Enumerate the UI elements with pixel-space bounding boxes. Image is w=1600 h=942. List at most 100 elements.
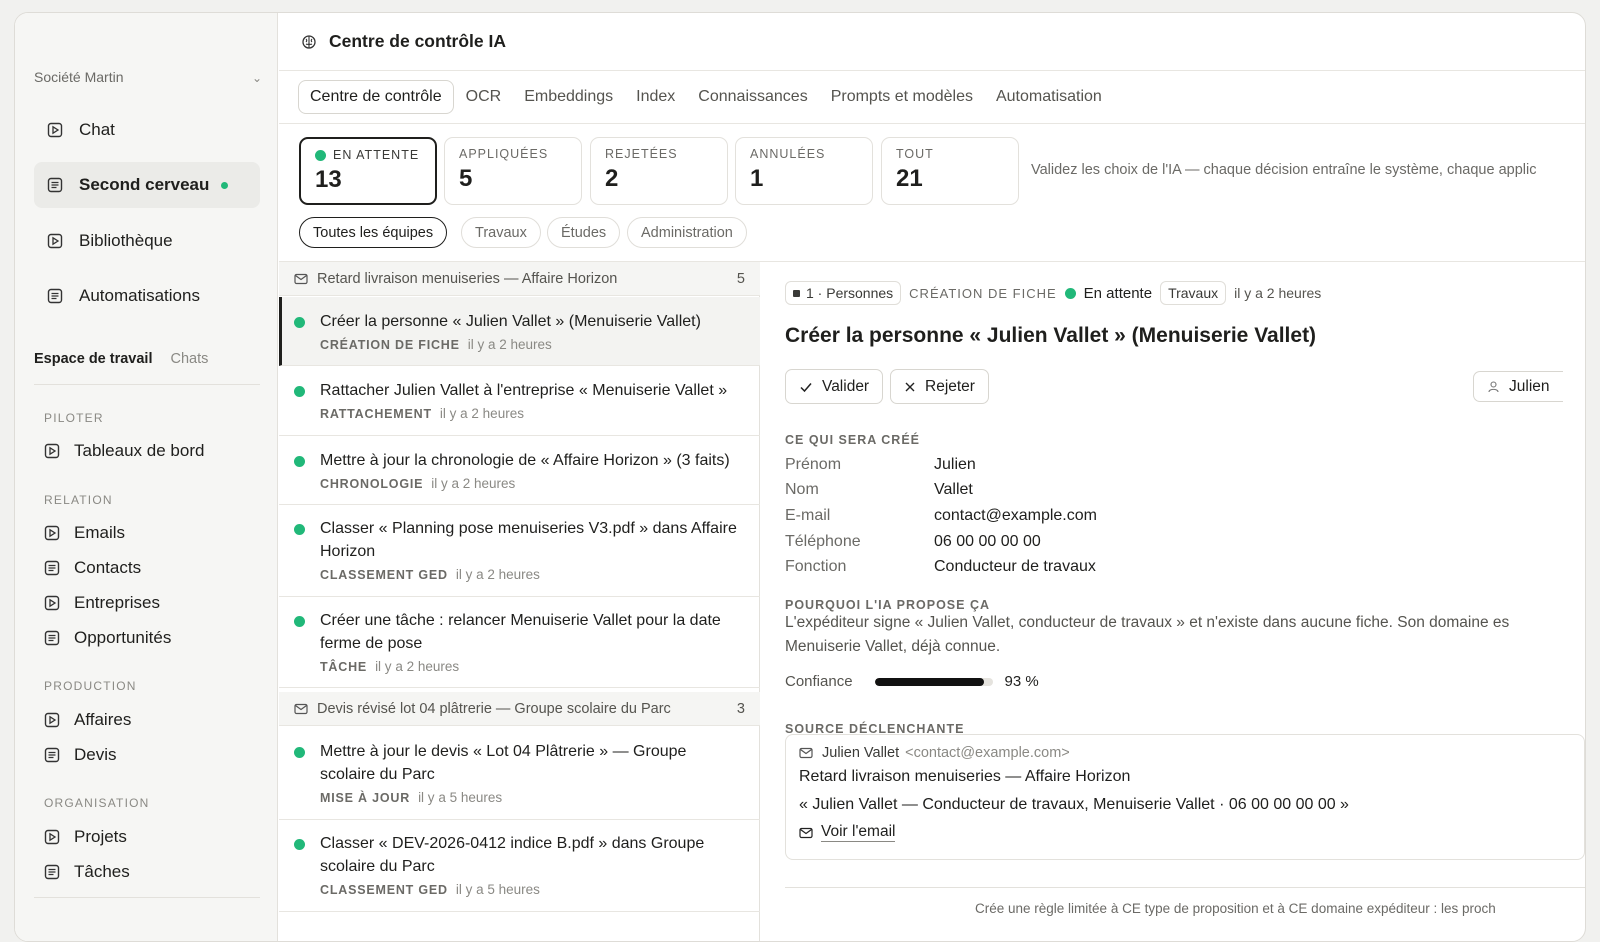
- divider: [785, 887, 1585, 888]
- field-row: E-mail contact@example.com: [785, 507, 1097, 525]
- tab-embeddings[interactable]: Embeddings: [513, 81, 624, 113]
- view-email-link[interactable]: Voir l'email: [799, 823, 1571, 842]
- sidebar-item-opportunities[interactable]: Opportunités: [44, 628, 171, 648]
- stat-label-text: EN ATTENTE: [333, 148, 420, 162]
- item-meta: TÂCHE il y a 2 heures: [320, 659, 742, 674]
- stat-cancelled[interactable]: ANNULÉES 1: [735, 137, 873, 205]
- rule-hint: Crée une règle limitée à CE type de prop…: [975, 901, 1496, 916]
- nav-library-label: Bibliothèque: [79, 231, 173, 250]
- close-icon: [904, 381, 916, 393]
- source-quote: « Julien Vallet — Conducteur de travaux,…: [799, 796, 1349, 813]
- stat-applied[interactable]: APPLIQUÉES 5: [444, 137, 582, 205]
- section-what: CE QUI SERA CRÉÉ: [785, 433, 921, 447]
- group-count: 3: [736, 700, 745, 717]
- tab-automation[interactable]: Automatisation: [985, 81, 1113, 113]
- sidebar-item-contacts[interactable]: Contacts: [44, 558, 141, 578]
- nav-chat[interactable]: Chat: [34, 107, 260, 153]
- source-from: Julien Vallet <contact@example.com>: [799, 745, 1571, 761]
- group-header[interactable]: Retard livraison menuiseries — Affaire H…: [279, 262, 760, 296]
- filter-all-teams[interactable]: Toutes les équipes: [299, 217, 448, 248]
- nav-chat-label: Chat: [79, 120, 115, 139]
- filter-administration[interactable]: Administration: [627, 217, 747, 248]
- item-title: Mettre à jour le devis « Lot 04 Plâtreri…: [320, 743, 687, 783]
- filter-travaux[interactable]: Travaux: [461, 217, 541, 248]
- item-title: Rattacher Julien Vallet à l'entreprise «…: [320, 382, 728, 399]
- sidebar-item-companies[interactable]: Entreprises: [44, 593, 160, 613]
- validate-button[interactable]: Valider: [785, 369, 884, 404]
- list-item[interactable]: Mettre à jour la chronologie de « Affair…: [279, 436, 760, 505]
- nav-automations[interactable]: Automatisations: [34, 273, 260, 319]
- tab-bar: Centre de contrôle OCR Embeddings Index …: [279, 71, 1585, 124]
- doc-icon: [44, 747, 60, 763]
- list-item[interactable]: Classer « DEV-2026-0412 indice B.pdf » d…: [279, 820, 760, 912]
- sidebar-item-label: Opportunités: [74, 628, 172, 647]
- item-kind: CHRONOLOGIE: [320, 477, 424, 491]
- assignee-button[interactable]: Julien: [1473, 371, 1563, 402]
- nav-second-brain[interactable]: Second cerveau: [34, 162, 260, 208]
- status-dot: [294, 456, 305, 467]
- mail-icon: [294, 702, 308, 716]
- stat-label: ANNULÉES: [750, 147, 826, 161]
- page-title: Centre de contrôle IA: [329, 31, 506, 51]
- list-item[interactable]: Classer « Planning pose menuiseries V3.p…: [279, 505, 760, 597]
- confidence-row: Confiance 93 %: [785, 673, 1039, 690]
- workspace-tabs: Espace de travail Chats: [34, 351, 208, 367]
- mail-icon: [294, 272, 308, 286]
- source-subject: Retard livraison menuiseries — Affaire H…: [799, 768, 1131, 785]
- reject-button[interactable]: Rejeter: [890, 369, 989, 404]
- tab-index[interactable]: Index: [625, 81, 686, 113]
- sidebar-item-projets[interactable]: Projets: [44, 827, 127, 847]
- section-label-relation: RELATION: [44, 493, 113, 507]
- play-doc-icon: [44, 525, 60, 541]
- field-label: Nom: [785, 481, 819, 498]
- field-row: Nom Vallet: [785, 481, 973, 499]
- status-dot: [294, 524, 305, 535]
- tab-chats[interactable]: Chats: [171, 351, 209, 367]
- filter-etudes[interactable]: Études: [547, 217, 621, 248]
- app-window: Société Martin ⌄ Chat Second cerveau Bib…: [14, 12, 1586, 942]
- sidebar-item-affaires[interactable]: Affaires: [44, 710, 131, 730]
- field-value: 06 00 00 00 00: [934, 533, 1041, 550]
- org-switcher[interactable]: Société Martin ⌄: [34, 69, 262, 85]
- detail-kind: CRÉATION DE FICHE: [909, 285, 1057, 301]
- item-meta: CLASSEMENT GED il y a 5 heures: [320, 882, 742, 897]
- item-kind: TÂCHE: [320, 660, 368, 674]
- detail-panel: 1 · Personnes CRÉATION DE FICHE En atten…: [785, 262, 1585, 941]
- tab-prompts[interactable]: Prompts et modèles: [820, 81, 984, 113]
- sidebar: Société Martin ⌄ Chat Second cerveau Bib…: [15, 13, 278, 941]
- item-time: il y a 2 heures: [431, 476, 516, 491]
- list-item[interactable]: Mettre à jour le devis « Lot 04 Plâtreri…: [279, 728, 760, 820]
- item-time: il y a 5 heures: [455, 882, 540, 897]
- list-item[interactable]: Créer une tâche : relancer Menuiserie Va…: [279, 597, 760, 688]
- field-value: Vallet: [934, 481, 973, 498]
- item-meta: MISE À JOUR il y a 5 heures: [320, 790, 742, 805]
- assignee-label: Julien: [1509, 377, 1550, 395]
- sidebar-item-dashboards[interactable]: Tableaux de bord: [44, 441, 204, 461]
- list-item[interactable]: Créer la personne « Julien Vallet » (Men…: [279, 297, 760, 366]
- item-kind: CLASSEMENT GED: [320, 568, 448, 582]
- doc-icon: [44, 630, 60, 646]
- item-kind: MISE À JOUR: [320, 791, 411, 805]
- sidebar-item-taches[interactable]: Tâches: [44, 862, 130, 882]
- reject-label: Rejeter: [925, 377, 975, 395]
- doc-icon: [44, 864, 60, 880]
- nav-library[interactable]: Bibliothèque: [34, 218, 260, 264]
- tab-workspace[interactable]: Espace de travail: [34, 351, 153, 367]
- sidebar-item-emails[interactable]: Emails: [44, 523, 125, 543]
- sidebar-item-devis[interactable]: Devis: [44, 745, 117, 765]
- field-label: Fonction: [785, 558, 847, 575]
- group-header[interactable]: Devis révisé lot 04 plâtrerie — Groupe s…: [279, 692, 760, 726]
- list-item[interactable]: Rattacher Julien Vallet à l'entreprise «…: [279, 366, 760, 436]
- stat-all[interactable]: TOUT 21: [881, 137, 1019, 205]
- item-title: Créer une tâche : relancer Menuiserie Va…: [320, 612, 721, 652]
- item-time: il y a 2 heures: [375, 659, 460, 674]
- stat-rejected[interactable]: REJETÉES 2: [590, 137, 728, 205]
- item-meta: RATTACHEMENT il y a 2 heures: [320, 406, 742, 421]
- stat-pending[interactable]: EN ATTENTE 13: [299, 137, 437, 205]
- group-title: Devis révisé lot 04 plâtrerie — Groupe s…: [317, 700, 671, 717]
- tab-ocr[interactable]: OCR: [455, 81, 513, 113]
- field-label: Téléphone: [785, 533, 861, 550]
- tab-knowledge[interactable]: Connaissances: [687, 81, 818, 113]
- tab-control-center[interactable]: Centre de contrôle: [298, 80, 454, 114]
- play-doc-icon: [44, 712, 60, 728]
